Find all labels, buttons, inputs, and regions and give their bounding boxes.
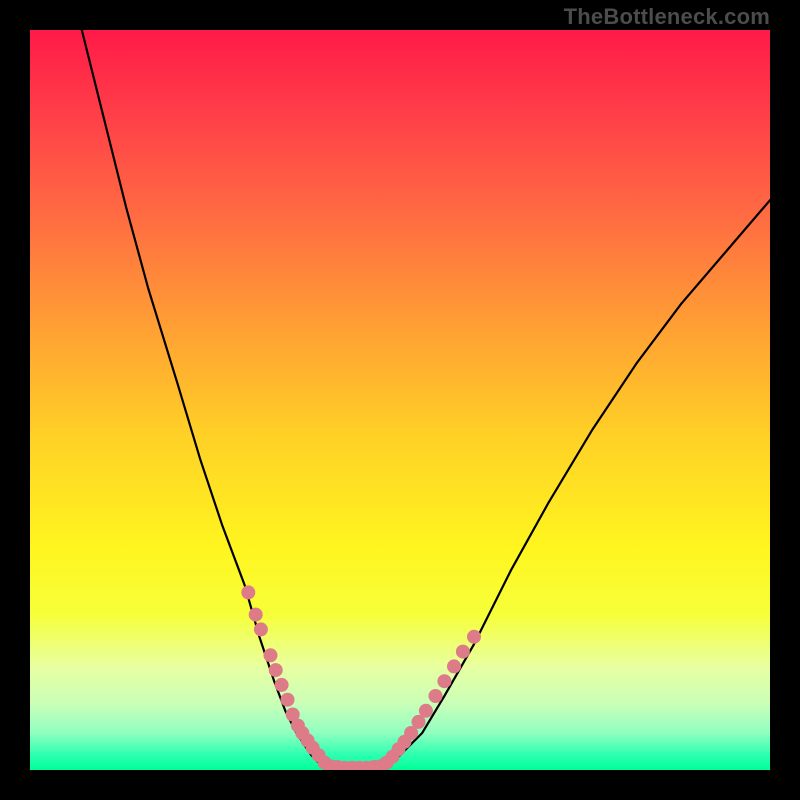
sample-marker — [419, 704, 433, 718]
sample-markers — [241, 585, 481, 770]
sample-marker — [249, 608, 263, 622]
sample-marker — [275, 678, 289, 692]
sample-marker — [254, 622, 268, 636]
sample-marker — [269, 663, 283, 677]
sample-marker — [467, 630, 481, 644]
sample-marker — [456, 645, 470, 659]
sample-marker — [241, 585, 255, 599]
watermark-text: TheBottleneck.com — [30, 4, 770, 30]
bottleneck-curve — [82, 30, 770, 770]
sample-marker — [437, 674, 451, 688]
sample-marker — [264, 648, 278, 662]
curve-layer — [30, 30, 770, 770]
sample-marker — [429, 689, 443, 703]
sample-marker — [281, 693, 295, 707]
sample-marker — [447, 659, 461, 673]
plot-area — [30, 30, 770, 770]
